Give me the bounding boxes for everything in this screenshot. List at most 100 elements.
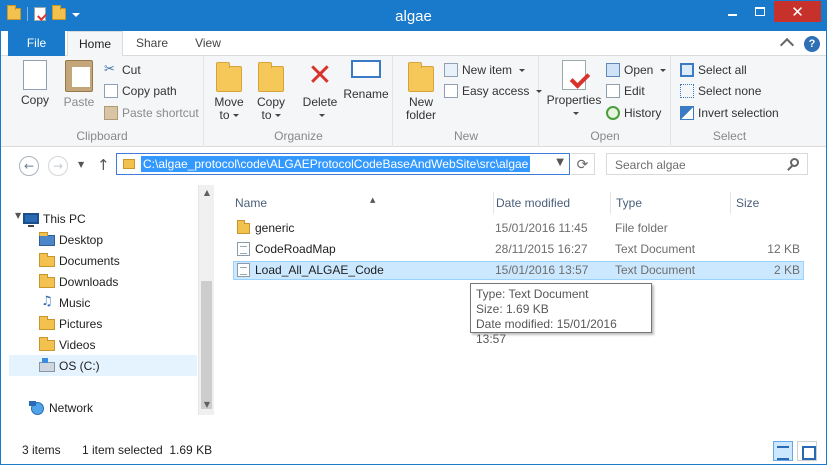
nav-scrollbar[interactable]: ▲ ▼: [198, 185, 214, 415]
select-all-label: Select all: [698, 63, 747, 77]
paste-label: Paste: [63, 95, 95, 109]
nav-item-music[interactable]: Music: [39, 292, 194, 313]
history-label: History: [624, 106, 662, 120]
file-size: 12 KB: [767, 242, 800, 256]
edit-button[interactable]: Edit: [606, 81, 645, 101]
forward-button[interactable]: →: [48, 156, 68, 176]
invert-selection-button[interactable]: Invert selection: [680, 103, 779, 123]
open-button[interactable]: Open: [606, 60, 667, 80]
ribbon-home: Copy Paste ✂ Cut Copy path Paste shortcu…: [1, 56, 826, 147]
rename-label: Rename: [343, 87, 389, 101]
help-icon[interactable]: ?: [804, 36, 820, 52]
search-icon[interactable]: [790, 158, 799, 167]
nav-item-label: Documents: [59, 253, 120, 268]
nav-item-label: Downloads: [59, 274, 119, 289]
copy-path-label: Copy path: [122, 84, 177, 98]
new-item-button[interactable]: New item: [444, 60, 526, 80]
column-header-size[interactable]: Size: [731, 192, 811, 214]
easy-access-icon: [444, 84, 458, 98]
column-header-label: Type: [616, 196, 643, 210]
group-new: New folder New item Easy access New: [394, 56, 543, 147]
nav-item-downloads[interactable]: Downloads: [39, 271, 194, 292]
copy-path-button[interactable]: Copy path: [104, 81, 177, 101]
new-folder-button[interactable]: New folder: [402, 60, 440, 122]
chevron-down-icon: [232, 114, 239, 118]
paste-shortcut-label: Paste shortcut: [122, 106, 199, 120]
item-count: 3 items: [22, 443, 61, 457]
delete-button[interactable]: ✕ Delete: [301, 60, 339, 122]
chevron-down-icon[interactable]: ▼: [556, 157, 564, 168]
nav-item-this-pc[interactable]: This PC: [23, 208, 193, 229]
tooltip-type: Type: Text Document: [476, 287, 589, 301]
history-button[interactable]: History: [606, 103, 661, 123]
nav-item-videos[interactable]: Videos: [39, 334, 194, 355]
scissors-icon: ✂: [104, 62, 115, 77]
easy-access-button[interactable]: Easy access: [444, 81, 543, 101]
window-title: algae: [395, 8, 432, 25]
chevron-down-icon: [274, 114, 281, 118]
copy-path-icon: [104, 84, 118, 98]
music-icon: [39, 294, 55, 310]
tab-file[interactable]: File: [8, 31, 65, 56]
copy-to-button[interactable]: Copy to: [253, 60, 289, 122]
address-bar[interactable]: C:\algae_protocol\code\ALGAEProtocolCode…: [116, 153, 570, 175]
nav-item-desktop[interactable]: Desktop: [39, 229, 194, 250]
expand-arrow-icon[interactable]: ▼: [15, 211, 21, 220]
tooltip-size: Size: 1.69 KB: [476, 302, 549, 316]
scroll-down-icon[interactable]: ▼: [199, 397, 215, 413]
scrollbar-thumb[interactable]: [201, 281, 212, 409]
copy-label: Copy: [20, 93, 49, 107]
column-header-type[interactable]: Type: [611, 192, 731, 214]
up-button[interactable]: ↑: [97, 156, 110, 174]
chevron-down-icon: [660, 68, 667, 72]
large-icons-view-button[interactable]: [797, 441, 817, 461]
nav-item-os-c[interactable]: OS (C:): [9, 355, 197, 376]
paste-button[interactable]: Paste: [57, 60, 101, 109]
select-none-button[interactable]: Select none: [680, 81, 761, 101]
tab-share[interactable]: Share: [125, 31, 179, 56]
history-icon: [606, 106, 620, 120]
chevron-down-icon: [572, 112, 579, 116]
nav-item-pictures[interactable]: Pictures: [39, 313, 194, 334]
refresh-button[interactable]: ⟳: [571, 153, 595, 175]
search-input[interactable]: [615, 157, 775, 173]
cut-button[interactable]: ✂ Cut: [104, 60, 141, 80]
nav-item-documents[interactable]: Documents: [39, 250, 194, 271]
nav-item-network[interactable]: Network: [29, 397, 194, 418]
tab-view[interactable]: View: [181, 31, 235, 56]
move-to-button[interactable]: Move to: [211, 60, 247, 122]
invert-selection-label: Invert selection: [698, 106, 779, 120]
back-button[interactable]: ←: [19, 156, 39, 176]
drive-icon: [39, 358, 55, 372]
copy-to-label: Copy: [256, 95, 285, 109]
select-all-button[interactable]: Select all: [680, 60, 747, 80]
maximize-button[interactable]: [746, 1, 774, 22]
table-row[interactable]: CodeRoadMap 28/11/2015 16:27 Text Docume…: [233, 240, 804, 259]
nav-item-label: Videos: [59, 337, 96, 352]
file-date: 15/01/2016 11:45: [495, 221, 588, 235]
copy-button[interactable]: Copy: [15, 60, 55, 107]
minimize-button[interactable]: [718, 1, 746, 22]
rename-button[interactable]: Rename: [343, 60, 389, 101]
properties-label: Properties: [546, 93, 602, 107]
text-document-icon: [237, 263, 250, 277]
computer-icon: [23, 213, 39, 227]
recent-locations-button[interactable]: ▼: [78, 160, 84, 169]
tab-home[interactable]: Home: [67, 31, 123, 57]
search-box[interactable]: [606, 153, 808, 175]
desktop-icon: [39, 232, 55, 246]
details-view-button[interactable]: [773, 441, 793, 461]
paste-shortcut-button[interactable]: Paste shortcut: [104, 103, 199, 123]
column-header-name[interactable]: ▲ Name: [230, 192, 494, 214]
address-path[interactable]: C:\algae_protocol\code\ALGAEProtocolCode…: [141, 156, 531, 172]
properties-icon: [562, 60, 586, 90]
maximize-icon: [755, 7, 765, 16]
properties-button[interactable]: Properties: [544, 60, 604, 120]
delete-label: Delete: [302, 95, 338, 109]
pictures-icon: [39, 316, 55, 330]
scroll-up-icon[interactable]: ▲: [199, 185, 215, 201]
table-row-selected[interactable]: Load_All_ALGAE_Code 15/01/2016 13:57 Tex…: [233, 261, 804, 280]
close-button[interactable]: ✕: [774, 1, 821, 22]
table-row[interactable]: generic 15/01/2016 11:45 File folder: [233, 219, 804, 238]
column-header-date[interactable]: Date modified: [491, 192, 611, 214]
